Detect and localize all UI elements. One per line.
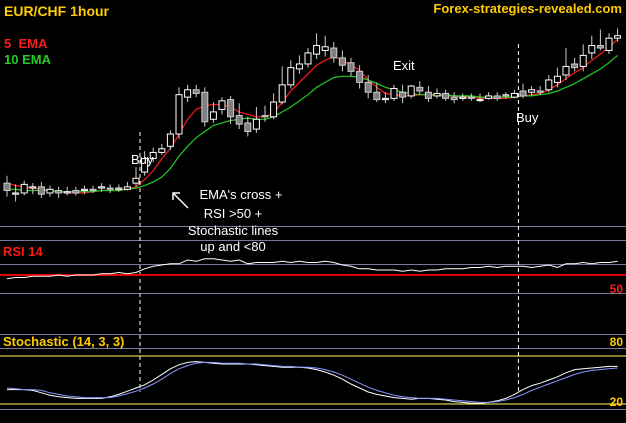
candle-up <box>80 188 88 192</box>
candle-down <box>55 190 63 194</box>
candle-up <box>553 75 561 83</box>
candle-up <box>98 186 106 189</box>
exit-label: Exit <box>393 58 415 73</box>
forex-chart: EUR/CHF 1hour Forex-strategies-revealed.… <box>0 0 626 423</box>
candle-up <box>175 94 183 135</box>
candle-up <box>485 95 493 99</box>
note-line-2: RSI >50 + <box>204 206 263 221</box>
candle-up <box>433 92 441 97</box>
candle-up <box>588 45 596 54</box>
candle-up <box>528 89 536 93</box>
candle-up <box>12 192 20 195</box>
candle-down <box>356 70 364 83</box>
legend-ema5: 5 EMA <box>4 36 48 51</box>
candle-up <box>158 148 166 153</box>
candle-down <box>373 91 381 101</box>
candle-up <box>20 183 28 194</box>
candle-up <box>184 89 192 98</box>
candle-down <box>424 91 432 99</box>
legend-ema10: 10 EMA <box>4 52 52 67</box>
candle-up <box>562 65 570 76</box>
note-line-4: up and <80 <box>200 239 265 254</box>
candle-up <box>321 46 329 51</box>
candle-down <box>467 96 475 99</box>
candle-down <box>227 99 235 118</box>
chart-svg: EUR/CHF 1hour Forex-strategies-revealed.… <box>0 0 626 423</box>
candle-down <box>519 90 527 97</box>
candle-up <box>605 37 613 51</box>
candle-up <box>545 79 553 91</box>
candle-down <box>450 96 458 101</box>
candle-down <box>442 92 450 99</box>
stochastic-title: Stochastic (14, 3, 3) <box>3 334 124 349</box>
candle-up <box>46 188 54 194</box>
note-line-1: EMA's cross + <box>199 187 282 202</box>
candle-up <box>407 85 415 97</box>
candle-up <box>123 186 131 190</box>
watermark: Forex-strategies-revealed.com <box>433 1 622 16</box>
candle-up <box>295 63 303 70</box>
candle-down <box>338 57 346 66</box>
candle-down <box>502 94 510 97</box>
candle-down <box>493 95 501 99</box>
chart-title: EUR/CHF 1hour <box>4 3 110 19</box>
candle-up <box>278 84 286 103</box>
rsi-title: RSI 14 <box>3 244 44 259</box>
buy-label-1: Buy <box>131 152 154 167</box>
candle-up <box>510 92 518 98</box>
candle-down <box>192 89 200 94</box>
candle-down <box>347 62 355 72</box>
candle-up <box>459 96 467 99</box>
candle-up <box>579 54 587 67</box>
candle-up <box>132 177 140 184</box>
candle-up <box>476 99 484 102</box>
candle-up <box>115 187 123 190</box>
candle-down <box>596 45 604 49</box>
candle-up <box>63 191 71 194</box>
candle-down <box>244 122 252 133</box>
candle-down <box>89 188 97 192</box>
stoch-level-80-label: 80 <box>610 335 624 349</box>
candle-up <box>313 45 321 55</box>
candle-up <box>304 52 312 65</box>
candle-down <box>235 115 243 125</box>
buy-label-2: Buy <box>516 110 539 125</box>
note-line-3: Stochastic lines <box>188 223 279 238</box>
candle-down <box>261 115 269 118</box>
candle-up <box>252 118 260 130</box>
candle-up <box>270 101 278 118</box>
candle-up <box>390 88 398 99</box>
candle-down <box>364 81 372 93</box>
candle-down <box>330 47 338 59</box>
candle-up <box>381 97 389 101</box>
candle-up <box>166 133 174 147</box>
candle-up <box>614 35 622 39</box>
candle-up <box>287 67 295 86</box>
stoch-level-20-label: 20 <box>610 395 624 409</box>
candle-up <box>29 186 37 189</box>
candle-up <box>209 111 217 120</box>
candle-down <box>416 86 424 92</box>
candle-down <box>201 91 209 123</box>
candle-down <box>571 63 579 69</box>
candle-down <box>106 187 114 190</box>
candle-down <box>72 190 80 194</box>
candle-up <box>218 100 226 110</box>
rsi-level-label: 50 <box>610 282 624 296</box>
candle-down <box>536 90 544 93</box>
candle-down <box>37 186 45 195</box>
candle-down <box>399 91 407 98</box>
candle-down <box>3 182 11 192</box>
